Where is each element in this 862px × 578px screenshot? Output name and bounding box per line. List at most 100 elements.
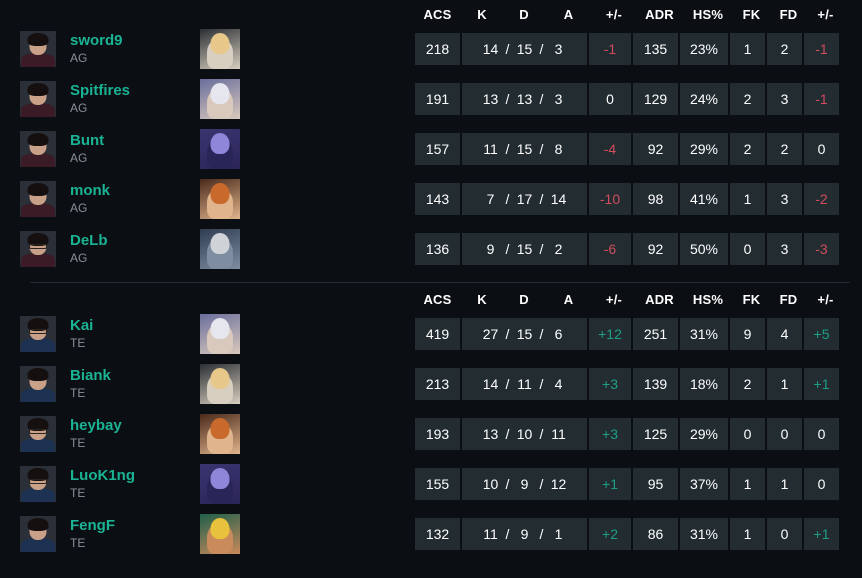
kda-separator: / [539, 526, 544, 542]
stat-kda: 9 / 15 / 2 [462, 233, 587, 265]
kda-separator: / [505, 141, 510, 157]
player-stats: 136 9 / 15 / 2 -6 92 50% 0 3 -3 [415, 233, 841, 265]
stat-kd-differential: 0 [589, 83, 631, 115]
stat-first-kills: 2 [730, 133, 765, 165]
column-header-acs: ACS [423, 7, 452, 22]
stat-first-kills: 2 [730, 83, 765, 115]
stat-kda: 27 / 15 / 6 [462, 318, 587, 350]
avatar-hair [27, 183, 49, 196]
stat-adr: 139 [633, 368, 678, 400]
agent-portrait-head [210, 418, 230, 439]
stat-first-kills: 1 [730, 518, 765, 550]
player-name[interactable]: heybay [70, 417, 122, 435]
stat-first-deaths: 4 [767, 318, 802, 350]
player-identity[interactable]: sword9 AG [0, 29, 415, 69]
stat-first-kills: 1 [730, 183, 765, 215]
stat-headshot-percent: 37% [680, 468, 728, 500]
player-name-block: LuoK1ng TE [70, 467, 135, 501]
kda-separator: / [505, 191, 510, 207]
player-name-block: sword9 AG [70, 32, 123, 66]
stat-first-deaths: 2 [767, 33, 802, 65]
kda-separator: / [505, 476, 510, 492]
player-row[interactable]: DeLb AG 136 9 / 15 / 2 -6 92 50% 0 3 -3 [0, 224, 862, 274]
avatar [20, 466, 56, 502]
stat-assists: 8 [554, 141, 563, 157]
player-identity[interactable]: Bunt AG [0, 129, 415, 169]
avatar-body [21, 203, 55, 217]
stat-headshot-percent: 41% [680, 183, 728, 215]
player-name[interactable]: LuoK1ng [70, 467, 135, 485]
avatar-glasses [29, 329, 47, 334]
stat-adr: 86 [633, 518, 678, 550]
stat-headshot-percent: 50% [680, 233, 728, 265]
player-identity[interactable]: monk AG [0, 179, 415, 219]
stat-assists: 12 [550, 476, 567, 492]
agent-portrait-head [210, 183, 230, 204]
player-name[interactable]: sword9 [70, 32, 123, 50]
stat-deaths: 17 [516, 191, 533, 207]
player-row[interactable]: Spitfires AG 191 13/13/3 0 129 24% 2 3 -1 [0, 74, 862, 124]
stat-adr: 98 [633, 183, 678, 215]
stat-assists: 6 [554, 326, 563, 342]
player-name[interactable]: Kai [70, 317, 93, 335]
player-row[interactable]: sword9 AG 218 14/15/3 -1 135 23% 1 2 -1 [0, 24, 862, 74]
player-name[interactable]: Biank [70, 367, 111, 385]
player-identity[interactable]: heybay TE [0, 414, 415, 454]
player-row[interactable]: FengF TE 132 11/9/1 +2 86 31% 1 0 +1 [0, 509, 862, 559]
player-identity[interactable]: LuoK1ng TE [0, 464, 415, 504]
player-team-tag: TE [70, 486, 86, 500]
stat-kda: 11 / 9 / 1 [462, 518, 587, 550]
kda-separator: / [505, 41, 510, 57]
player-name[interactable]: Spitfires [70, 82, 130, 100]
player-row[interactable]: LuoK1ng TE 155 10/9/12 +1 95 37% 1 1 0 [0, 459, 862, 509]
stat-kd-differential: +12 [589, 318, 631, 350]
stat-adr: 125 [633, 418, 678, 450]
player-row[interactable]: Kai TE 419 27 / 15 / 6 +12 251 31% 9 4 +5 [0, 309, 862, 359]
kda-separator: / [505, 326, 510, 342]
stat-headshot-percent: 23% [680, 33, 728, 65]
player-name[interactable]: DeLb [70, 232, 108, 250]
stat-first-kills: 0 [730, 233, 765, 265]
avatar-hair [27, 133, 49, 146]
kda-separator: / [505, 241, 510, 257]
player-name-block: Kai TE [70, 317, 93, 351]
stat-adr: 129 [633, 83, 678, 115]
team-block-ag: ACS K D A +/- ADR HS% FK FD +/- sword9 AG 218 14/15/3… [0, 0, 862, 274]
stat-first-kills: 1 [730, 33, 765, 65]
player-row[interactable]: Biank TE 213 14 / 11 / 4 +3 139 18% 2 1 +1 [0, 359, 862, 409]
stats-header-row: ACS K D A +/- ADR HS% FK FD +/- [0, 283, 862, 309]
column-header-pm: +/- [605, 292, 623, 307]
player-row[interactable]: heybay TE 193 13/10/11 +3 125 29% 0 0 0 [0, 409, 862, 459]
stat-acs: 213 [415, 368, 460, 400]
agent-portrait-head [210, 518, 230, 539]
player-identity[interactable]: Spitfires AG [0, 79, 415, 119]
stat-headshot-percent: 31% [680, 518, 728, 550]
player-name[interactable]: monk [70, 182, 110, 200]
player-identity[interactable]: Biank TE [0, 364, 415, 404]
stat-kda: 13 / 10 / 11 [462, 418, 587, 450]
player-name[interactable]: FengF [70, 517, 115, 535]
agent-phoenix-portrait [200, 29, 240, 69]
stat-headshot-percent: 24% [680, 83, 728, 115]
kda-separator: / [505, 376, 510, 392]
player-row[interactable]: Bunt AG 157 11/15/8 -4 92 29% 2 2 0 [0, 124, 862, 174]
player-identity[interactable]: DeLb AG [0, 229, 415, 269]
agent-sova-portrait [200, 229, 240, 269]
kda-separator: / [539, 476, 544, 492]
stat-first-kills: 2 [730, 368, 765, 400]
player-identity[interactable]: FengF TE [0, 514, 415, 554]
column-header-hs: HS% [692, 292, 724, 307]
player-identity[interactable]: Kai TE [0, 314, 415, 354]
player-name[interactable]: Bunt [70, 132, 104, 150]
column-header-pm: +/- [605, 7, 623, 22]
kda-separator: / [539, 41, 544, 57]
stat-assists: 2 [554, 241, 563, 257]
column-header-k: K [477, 7, 487, 22]
player-team-tag: TE [70, 536, 86, 550]
stat-kd-differential: -4 [589, 133, 631, 165]
column-header-d: D [519, 7, 529, 22]
player-row[interactable]: monk AG 143 7 / 17 / 14 -10 98 41% 1 3 -2 [0, 174, 862, 224]
stat-kd-differential: -10 [589, 183, 631, 215]
stat-kd-differential: +2 [589, 518, 631, 550]
stat-assists: 14 [550, 191, 567, 207]
